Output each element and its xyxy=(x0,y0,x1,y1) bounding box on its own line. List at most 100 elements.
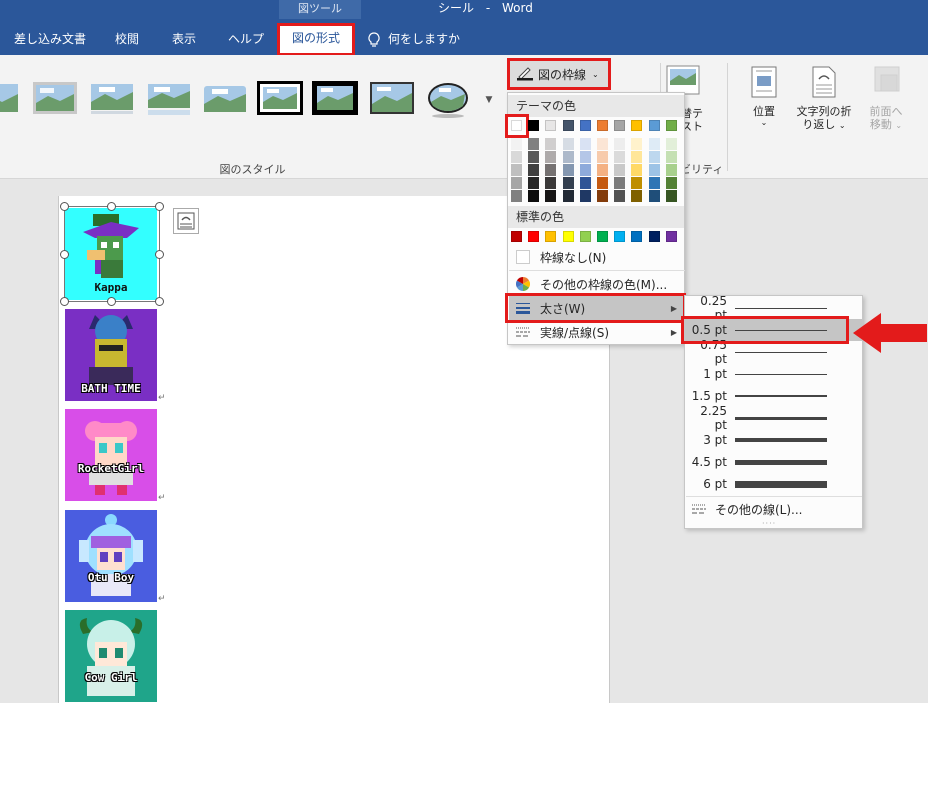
theme-color-swatch[interactable] xyxy=(631,120,643,131)
sticker-image-otu-boy[interactable]: Otu Boy xyxy=(65,510,157,602)
theme-color-swatch[interactable] xyxy=(562,120,574,131)
theme-shade-swatch[interactable] xyxy=(631,138,643,150)
picture-style-thumb-8[interactable] xyxy=(367,78,417,118)
wrap-text-button[interactable]: 文字列の折 り返し ⌄ xyxy=(790,65,858,132)
theme-shade-swatch[interactable] xyxy=(511,138,522,150)
picture-border-button[interactable]: 図の枠線 ⌄ xyxy=(507,58,611,90)
standard-color-swatch[interactable] xyxy=(631,231,643,242)
picture-style-thumb-5[interactable] xyxy=(200,78,250,118)
theme-shade-swatch[interactable] xyxy=(631,190,643,202)
theme-shade-swatch[interactable] xyxy=(545,190,557,202)
theme-shade-swatch[interactable] xyxy=(614,190,626,202)
standard-color-swatch[interactable] xyxy=(597,231,608,242)
tab-mailings[interactable]: 差し込み文書 xyxy=(8,24,92,55)
position-button[interactable]: 位置 ⌄ xyxy=(746,65,782,128)
resize-handle[interactable] xyxy=(155,297,164,306)
menu-resize-grip[interactable]: ···· xyxy=(762,519,776,528)
theme-shade-swatch[interactable] xyxy=(597,138,608,150)
theme-shade-swatch[interactable] xyxy=(648,164,660,176)
theme-color-swatch[interactable] xyxy=(545,120,557,131)
theme-shade-swatch[interactable] xyxy=(614,138,626,150)
standard-color-swatch[interactable] xyxy=(511,231,522,242)
picture-style-thumb-6[interactable] xyxy=(255,78,305,118)
alt-text-icon[interactable] xyxy=(666,65,700,95)
tab-review[interactable]: 校閲 xyxy=(109,24,145,55)
resize-handle[interactable] xyxy=(60,202,69,211)
theme-shade-swatch[interactable] xyxy=(545,151,557,163)
gallery-more-button[interactable]: ▼ xyxy=(482,90,496,110)
theme-shade-swatch[interactable] xyxy=(562,138,574,150)
standard-color-swatch[interactable] xyxy=(579,231,591,242)
theme-color-swatch[interactable] xyxy=(528,120,540,131)
theme-shade-swatch[interactable] xyxy=(665,151,677,163)
standard-color-swatch[interactable] xyxy=(648,231,660,242)
theme-shade-swatch[interactable] xyxy=(665,164,677,176)
tab-view[interactable]: 表示 xyxy=(166,24,202,55)
weight-option[interactable]: 0.75 pt xyxy=(685,338,862,366)
theme-color-swatch[interactable] xyxy=(614,120,626,131)
theme-shade-swatch[interactable] xyxy=(528,164,540,176)
theme-shade-swatch[interactable] xyxy=(631,151,643,163)
resize-handle[interactable] xyxy=(107,297,116,306)
tell-me-box[interactable]: 何をしますか xyxy=(368,24,460,55)
resize-handle[interactable] xyxy=(60,250,69,259)
theme-shade-swatch[interactable] xyxy=(579,138,591,150)
theme-color-swatch[interactable] xyxy=(511,120,522,131)
picture-style-thumb-9[interactable] xyxy=(423,78,473,118)
theme-shade-swatch[interactable] xyxy=(562,177,574,189)
picture-style-thumb-3[interactable] xyxy=(87,78,137,118)
theme-shade-swatch[interactable] xyxy=(648,151,660,163)
theme-shade-swatch[interactable] xyxy=(562,151,574,163)
more-lines-item[interactable]: その他の線(L)... xyxy=(685,498,862,520)
theme-shade-swatch[interactable] xyxy=(665,177,677,189)
theme-shade-swatch[interactable] xyxy=(665,138,677,150)
theme-shade-swatch[interactable] xyxy=(631,177,643,189)
theme-shade-swatch[interactable] xyxy=(545,177,557,189)
standard-color-swatch[interactable] xyxy=(665,231,677,242)
theme-shade-swatch[interactable] xyxy=(665,190,677,202)
weight-option[interactable]: 2.25 pt xyxy=(685,404,862,432)
theme-shade-swatch[interactable] xyxy=(562,190,574,202)
layout-options-button[interactable] xyxy=(173,208,199,234)
dashes-item[interactable]: 実線/点線(S) ▶ xyxy=(509,320,685,344)
theme-shade-swatch[interactable] xyxy=(579,164,591,176)
theme-shade-swatch[interactable] xyxy=(614,177,626,189)
tab-help[interactable]: ヘルプ xyxy=(222,24,270,55)
theme-shade-swatch[interactable] xyxy=(597,151,608,163)
theme-shade-swatch[interactable] xyxy=(614,164,626,176)
theme-shade-swatch[interactable] xyxy=(528,138,540,150)
picture-style-thumb-4[interactable] xyxy=(144,78,194,118)
resize-handle[interactable] xyxy=(60,297,69,306)
theme-shade-swatch[interactable] xyxy=(648,138,660,150)
picture-style-thumb-1[interactable] xyxy=(0,78,22,118)
theme-shade-swatch[interactable] xyxy=(545,138,557,150)
theme-shade-swatch[interactable] xyxy=(511,190,522,202)
theme-shade-swatch[interactable] xyxy=(528,177,540,189)
theme-shade-swatch[interactable] xyxy=(614,151,626,163)
theme-shade-swatch[interactable] xyxy=(579,177,591,189)
theme-shade-swatch[interactable] xyxy=(597,164,608,176)
no-outline-item[interactable]: 枠線なし(N) xyxy=(509,245,685,269)
standard-color-swatch[interactable] xyxy=(528,231,540,242)
theme-shade-swatch[interactable] xyxy=(545,164,557,176)
standard-color-swatch[interactable] xyxy=(614,231,626,242)
sticker-image-bath-time[interactable]: BATH TIME xyxy=(65,309,157,401)
theme-shade-swatch[interactable] xyxy=(631,164,643,176)
theme-color-swatch[interactable] xyxy=(597,120,608,131)
theme-shade-swatch[interactable] xyxy=(597,190,608,202)
standard-color-swatch[interactable] xyxy=(545,231,557,242)
standard-color-swatch[interactable] xyxy=(562,231,574,242)
theme-color-swatch[interactable] xyxy=(648,120,660,131)
resize-handle[interactable] xyxy=(107,202,116,211)
tab-picture-format[interactable]: 図の形式 xyxy=(277,23,356,56)
theme-shade-swatch[interactable] xyxy=(511,164,522,176)
theme-shade-swatch[interactable] xyxy=(648,190,660,202)
resize-handle[interactable] xyxy=(155,202,164,211)
theme-shade-swatch[interactable] xyxy=(579,151,591,163)
picture-style-thumb-2[interactable] xyxy=(30,78,80,118)
theme-color-swatch[interactable] xyxy=(579,120,591,131)
theme-shade-swatch[interactable] xyxy=(511,151,522,163)
weight-option[interactable]: 4.5 pt xyxy=(685,451,862,473)
bring-forward-button[interactable]: 前面へ 移動 ⌄ xyxy=(862,65,910,132)
sticker-image-cow-girl[interactable]: Cow Girl xyxy=(65,610,157,702)
